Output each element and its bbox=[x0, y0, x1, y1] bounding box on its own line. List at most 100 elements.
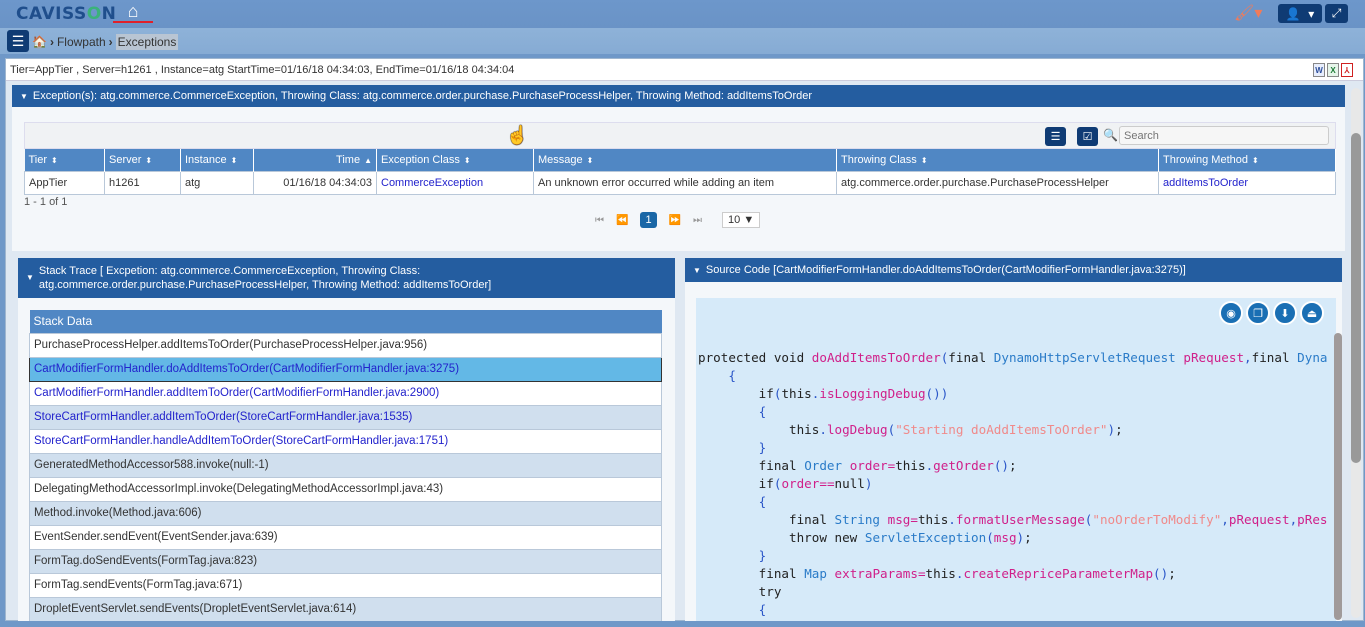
hamburger-menu-button[interactable]: ☰ bbox=[7, 30, 29, 52]
stack-row[interactable]: CartModifierFormHandler.addItemToOrder(C… bbox=[29, 380, 662, 406]
table-row[interactable]: AppTier h1261 atg 01/16/18 04:34:03 Comm… bbox=[24, 170, 1336, 195]
search-input[interactable] bbox=[1119, 126, 1329, 145]
user-icon: 👤 bbox=[1285, 6, 1301, 21]
list-icon: ☰ bbox=[1050, 131, 1061, 143]
stack-row[interactable]: Method.invoke(Method.java:606) bbox=[29, 500, 662, 526]
stack-frame-link[interactable]: CartModifierFormHandler.addItemToOrder(C… bbox=[29, 380, 662, 406]
code-actions: ◉ ❐ ⬇ ⏏ bbox=[1219, 301, 1324, 325]
caret-down-icon: ▼ bbox=[20, 91, 28, 101]
stack-trace-panel: ▼ Stack Trace [ Excpetion: atg.commerce.… bbox=[18, 258, 675, 621]
caret-down-icon: ▼ bbox=[693, 265, 701, 275]
last-page-icon[interactable]: ⏭ bbox=[693, 215, 702, 226]
exception-panel: ▼ Exception(s): atg.commerce.CommerceExc… bbox=[12, 85, 1345, 251]
stack-frame-link[interactable]: CartModifierFormHandler.doAddItemsToOrde… bbox=[29, 356, 662, 382]
copy-icon[interactable]: ❐ bbox=[1246, 301, 1270, 325]
grid-toolbar: ☰ ☑ 🔍 bbox=[24, 122, 1336, 149]
col-label: Time bbox=[336, 153, 361, 166]
page-button[interactable]: 1 bbox=[640, 212, 657, 228]
exception-panel-title: Exception(s): atg.commerce.CommerceExcep… bbox=[32, 90, 813, 102]
stack-frame-text: FormTag.sendEvents(FormTag.java:671) bbox=[29, 572, 662, 598]
prev-page-icon[interactable]: ⏪ bbox=[616, 215, 628, 226]
source-code-title: Source Code [CartModifierFormHandler.doA… bbox=[705, 264, 1186, 276]
stack-row[interactable]: FormTag.sendEvents(FormTag.java:671) bbox=[29, 572, 662, 598]
caret-down-icon: ▼ bbox=[26, 273, 34, 282]
breadcrumb-bar: ☰ 🏠 › Flowpath › Exceptions bbox=[0, 28, 1365, 54]
cell-message: An unknown error occurred while adding a… bbox=[533, 170, 837, 195]
stack-frame-link[interactable]: StoreCartFormHandler.handleAddItemToOrde… bbox=[29, 428, 662, 454]
stack-row[interactable]: FormTag.doSendEvents(FormTag.java:823) bbox=[29, 548, 662, 574]
cavisson-logo: CAVISSON bbox=[16, 4, 116, 24]
stack-row[interactable]: CartModifierFormHandler.doAddItemsToOrde… bbox=[29, 356, 662, 382]
col-label: Exception Class bbox=[381, 153, 460, 166]
breadcrumb-flowpath[interactable]: Flowpath bbox=[57, 35, 106, 49]
column-menu-button[interactable]: ☰ bbox=[1045, 127, 1066, 146]
exception-panel-header[interactable]: ▼ Exception(s): atg.commerce.CommerceExc… bbox=[12, 85, 1345, 107]
stack-row[interactable]: GeneratedMethodAccessor588.invoke(null:-… bbox=[29, 452, 662, 478]
hand-cursor-icon: ☝ bbox=[506, 125, 529, 145]
stack-frame-text: FormTag.doSendEvents(FormTag.java:823) bbox=[29, 548, 662, 574]
col-label: Throwing Method bbox=[1163, 153, 1248, 166]
logo-text: CAVISS bbox=[16, 4, 87, 24]
stack-row[interactable]: DropletEventServlet.sendEvents(DropletEv… bbox=[29, 596, 662, 621]
stack-row[interactable]: DelegatingMethodAccessorImpl.invoke(Dele… bbox=[29, 476, 662, 502]
stack-frame-text: GeneratedMethodAccessor588.invoke(null:-… bbox=[29, 452, 662, 478]
sort-icon: ⬍ bbox=[145, 155, 153, 165]
home-icon[interactable]: 🏠 bbox=[32, 35, 47, 49]
col-exception-class[interactable]: Exception Class ⬍ bbox=[376, 149, 534, 171]
pdf-export-icon[interactable]: ⅄ bbox=[1341, 63, 1353, 77]
col-server[interactable]: Server ⬍ bbox=[104, 149, 181, 171]
stack-row[interactable]: PurchaseProcessHelper.addItemsToOrder(Pu… bbox=[29, 332, 662, 358]
stack-row[interactable]: StoreCartFormHandler.handleAddItemToOrde… bbox=[29, 428, 662, 454]
filter-info-text: Tier=AppTier , Server=h1261 , Instance=a… bbox=[10, 64, 515, 76]
word-export-icon[interactable]: W bbox=[1313, 63, 1325, 77]
stack-frame-text: Method.invoke(Method.java:606) bbox=[29, 500, 662, 526]
next-page-icon[interactable]: ⏩ bbox=[669, 215, 681, 226]
column-toggle-button[interactable]: ☑ bbox=[1077, 127, 1098, 146]
home-icon[interactable]: ⌂ bbox=[113, 1, 153, 23]
stack-trace-title: Stack Trace [ Excpetion: atg.commerce.Co… bbox=[39, 264, 491, 292]
col-throwing-class[interactable]: Throwing Class ⬍ bbox=[836, 149, 1159, 171]
sort-icon: ⬍ bbox=[1252, 155, 1259, 165]
sort-icon: ⬍ bbox=[51, 155, 58, 165]
col-label: Instance bbox=[185, 153, 227, 166]
stack-trace-title-line2: atg.commerce.order.purchase.PurchaseProc… bbox=[38, 279, 492, 291]
stack-frame-text: PurchaseProcessHelper.addItemsToOrder(Pu… bbox=[29, 332, 662, 358]
search-icon: 🔍 bbox=[1103, 128, 1118, 142]
user-menu-button[interactable]: 👤 ▾ bbox=[1278, 4, 1322, 23]
records-count: 1 - 1 of 1 bbox=[24, 196, 68, 208]
stack-frame-text: EventSender.sendEvent(EventSender.java:6… bbox=[29, 524, 662, 550]
rows-per-page-select[interactable]: 10 ▼ bbox=[722, 212, 761, 228]
download-icon[interactable]: ⬇ bbox=[1273, 301, 1297, 325]
col-throwing-method[interactable]: Throwing Method ⬍ bbox=[1158, 149, 1336, 171]
filter-info-bar: Tier=AppTier , Server=h1261 , Instance=a… bbox=[6, 59, 1363, 81]
chevron-down-icon: ▾ bbox=[1308, 6, 1315, 21]
code-scrollbar[interactable] bbox=[1334, 333, 1342, 620]
stack-frame-link[interactable]: StoreCartFormHandler.addItemToOrder(Stor… bbox=[29, 404, 662, 430]
col-stack-data: Stack Data bbox=[29, 310, 662, 333]
camera-icon[interactable]: ◉ bbox=[1219, 301, 1243, 325]
stack-trace-header[interactable]: ▼ Stack Trace [ Excpetion: atg.commerce.… bbox=[18, 258, 675, 298]
stack-row[interactable]: StoreCartFormHandler.addItemToOrder(Stor… bbox=[29, 404, 662, 430]
source-code-text: protected void doAddItemsToOrder(final D… bbox=[698, 350, 1328, 617]
first-page-icon[interactable]: ⏮ bbox=[595, 215, 604, 226]
paint-bucket-icon[interactable]: 🖌▾ bbox=[1234, 3, 1262, 23]
excel-export-icon[interactable]: X bbox=[1327, 63, 1339, 77]
col-label: Server bbox=[109, 153, 142, 166]
cell-exception-class-link[interactable]: CommerceException bbox=[376, 170, 534, 195]
expand-icon[interactable]: ⤢ bbox=[1325, 4, 1348, 23]
stack-frame-text: DropletEventServlet.sendEvents(DropletEv… bbox=[29, 596, 662, 621]
col-time[interactable]: Time ▲ bbox=[253, 149, 377, 171]
logo-o: O bbox=[86, 4, 102, 24]
col-message[interactable]: Message ⬍ bbox=[533, 149, 837, 171]
stack-row[interactable]: EventSender.sendEvent(EventSender.java:6… bbox=[29, 524, 662, 550]
paginator: ⏮ ⏪ 1 ⏩ ⏭ 10 ▼ bbox=[595, 212, 761, 228]
inbox-upload-icon[interactable]: ⏏ bbox=[1300, 301, 1324, 325]
col-tier[interactable]: Tier ⬍ bbox=[24, 149, 105, 171]
source-code-header[interactable]: ▼ Source Code [CartModifierFormHandler.d… bbox=[685, 258, 1342, 282]
cell-throwing-method-link[interactable]: addItemsToOrder bbox=[1158, 170, 1336, 195]
col-instance[interactable]: Instance ⬍ bbox=[180, 149, 254, 171]
exception-table: Tier ⬍ Server ⬍ Instance ⬍ Time ▲ Exception … bbox=[24, 149, 1336, 195]
breadcrumb-exceptions: Exceptions bbox=[115, 34, 179, 50]
chevron-right-icon: › bbox=[49, 35, 54, 49]
page-scrollbar-thumb[interactable] bbox=[1351, 133, 1361, 463]
